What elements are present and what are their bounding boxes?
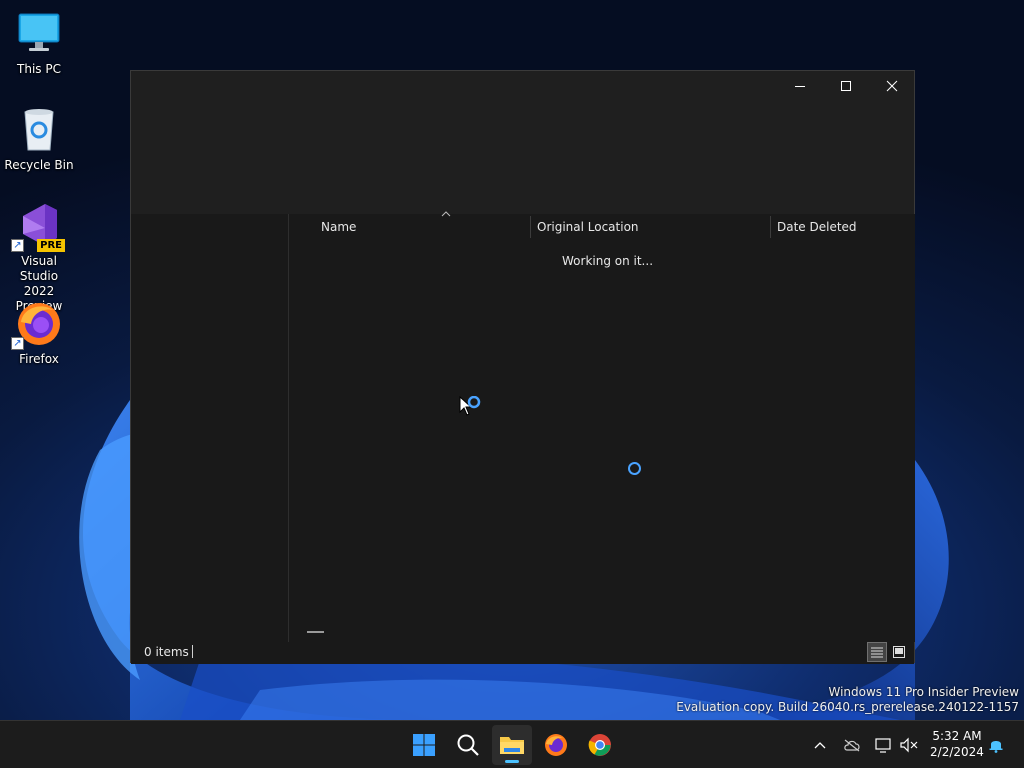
label-line1: Visual Studio: [19, 254, 59, 283]
item-count: 0 items: [144, 645, 189, 659]
status-bar: 0 items: [131, 642, 914, 664]
clock-time: 5:32 AM: [932, 729, 982, 743]
notifications-button[interactable]: [986, 735, 1006, 755]
loading-spinner-icon: [628, 462, 641, 475]
details-view-icon: [871, 647, 883, 658]
clock-date: 2/2/2024: [930, 745, 984, 759]
taskbar-firefox[interactable]: [536, 725, 576, 765]
chevron-up-icon: [814, 742, 826, 749]
file-explorer-icon: [500, 737, 524, 754]
desktop-icon-label: Recycle Bin: [4, 158, 74, 172]
volume-muted-icon: [900, 737, 918, 753]
status-separator: [192, 645, 193, 658]
horizontal-scroll-indicator[interactable]: [307, 631, 324, 633]
taskbar-file-explorer[interactable]: [492, 725, 532, 765]
close-icon: [886, 80, 898, 92]
network-status[interactable]: [874, 735, 894, 755]
notification-bell-icon: [989, 741, 1003, 753]
file-list-view[interactable]: Name Original Location Date Deleted Work…: [290, 211, 915, 642]
column-header-original-location[interactable]: Original Location: [531, 214, 770, 240]
details-view-button[interactable]: [867, 642, 887, 662]
desktop-icon-visual-studio[interactable]: PRE ↗ Visual Studio 2022 Preview: [2, 202, 76, 314]
maximize-button[interactable]: [823, 71, 869, 101]
maximize-icon: [841, 81, 851, 91]
chrome-icon: [588, 734, 611, 756]
monitor-icon: [15, 10, 63, 58]
sort-ascending-icon: [441, 211, 451, 217]
column-header-name[interactable]: Name: [315, 211, 530, 240]
loading-message: Working on it...: [562, 254, 654, 268]
desktop-icon-recycle-bin[interactable]: Recycle Bin: [2, 106, 76, 173]
busy-cursor-icon: [459, 396, 481, 416]
cloud-offline-icon: [844, 739, 860, 752]
desktop-icon-this-pc[interactable]: This PC: [2, 10, 76, 77]
desktop-icon-label: This PC: [17, 62, 61, 76]
taskbar-chrome[interactable]: [580, 725, 620, 765]
search-button[interactable]: [448, 725, 488, 765]
recycle-bin-icon: [15, 106, 63, 154]
visual-studio-preview-icon: PRE ↗: [11, 202, 65, 252]
column-header-label: Date Deleted: [777, 220, 857, 234]
column-header-label: Original Location: [537, 220, 639, 234]
firefox-icon: ↗: [11, 300, 63, 350]
desktop-icon-firefox[interactable]: ↗ Firefox: [2, 300, 76, 367]
start-button[interactable]: [404, 725, 444, 765]
minimize-button[interactable]: [777, 71, 823, 101]
close-button[interactable]: [869, 71, 915, 101]
firefox-icon: [545, 734, 567, 756]
window-title-bar[interactable]: [131, 71, 914, 214]
active-app-indicator: [505, 760, 519, 763]
shortcut-arrow-icon: ↗: [11, 239, 24, 252]
desktop-icon-label: Firefox: [19, 352, 59, 366]
navigation-pane[interactable]: [131, 214, 289, 642]
start-icon: [413, 734, 435, 756]
taskbar-clock[interactable]: 5:32 AM 2/2/2024: [922, 728, 992, 760]
shortcut-arrow-icon: ↗: [11, 337, 24, 350]
large-icons-view-button[interactable]: [889, 642, 909, 662]
watermark-line2: Evaluation copy. Build 26040.rs_prerelea…: [676, 700, 1019, 714]
show-hidden-icons-button[interactable]: [810, 735, 830, 755]
large-icons-view-icon: [893, 646, 905, 658]
minimize-icon: [795, 86, 805, 87]
column-header-date-deleted[interactable]: Date Deleted: [771, 214, 911, 240]
watermark-line1: Windows 11 Pro Insider Preview: [828, 685, 1019, 699]
preview-badge: PRE: [37, 239, 65, 252]
evaluation-watermark: Windows 11 Pro Insider Preview Evaluatio…: [676, 685, 1019, 715]
volume-status[interactable]: [899, 735, 919, 755]
search-icon: [457, 734, 479, 756]
recycle-bin-window[interactable]: Name Original Location Date Deleted Work…: [130, 70, 915, 664]
onedrive-status[interactable]: [842, 735, 862, 755]
column-header-label: Name: [321, 220, 357, 234]
taskbar[interactable]: 5:32 AM 2/2/2024: [0, 720, 1024, 768]
network-icon: [875, 738, 891, 753]
